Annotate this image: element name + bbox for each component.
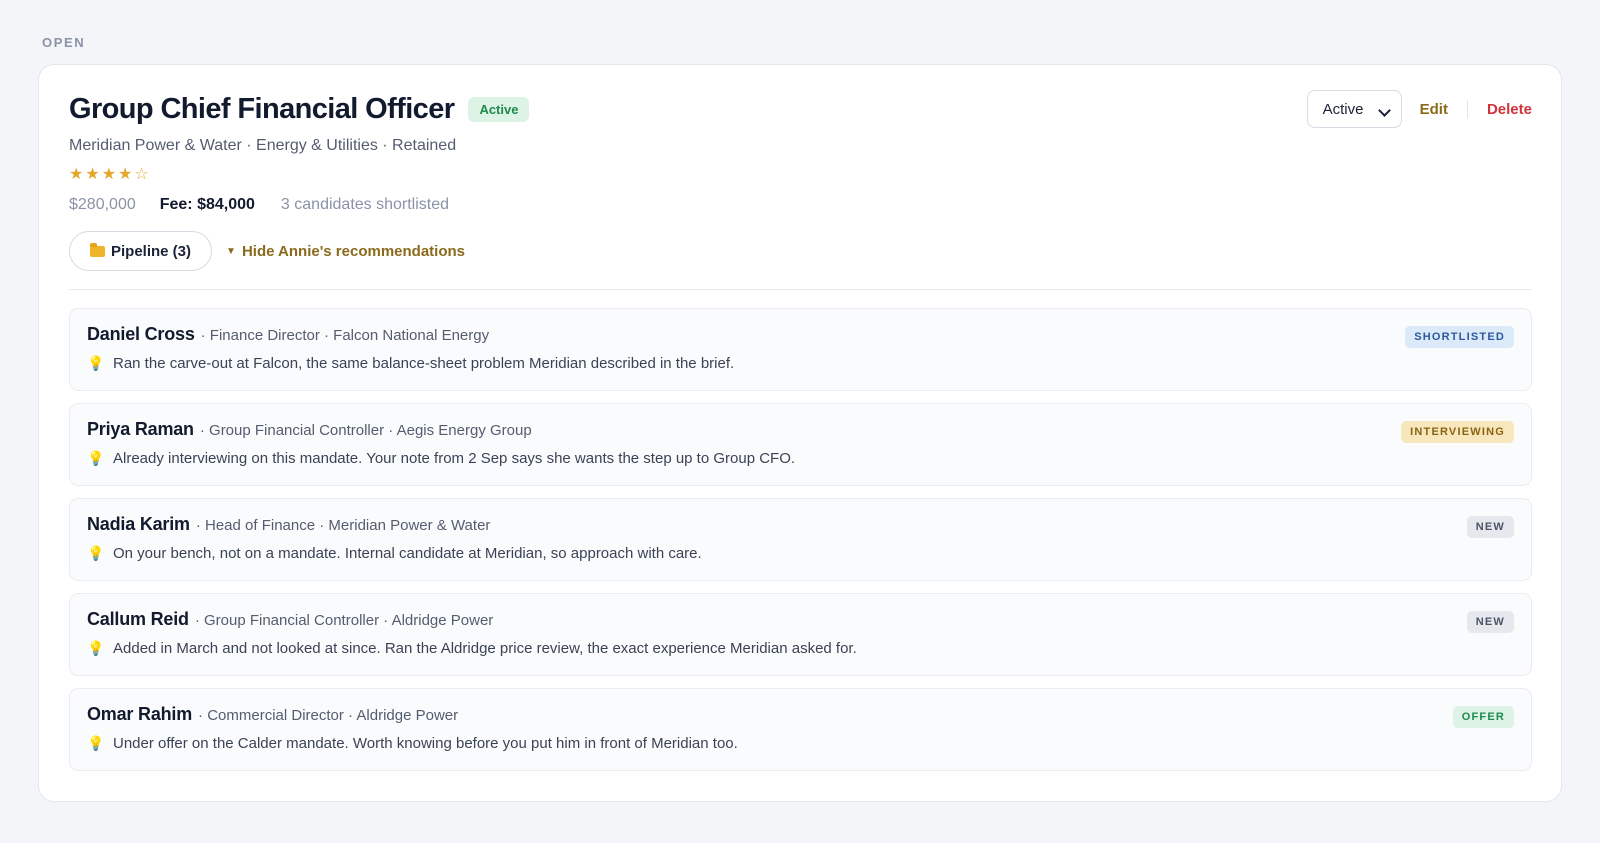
- section-label: OPEN: [42, 35, 86, 50]
- candidate-header: Daniel Cross · Finance Director · Falcon…: [87, 324, 489, 345]
- candidate-role: · Commercial Director · Aldridge Power: [198, 707, 459, 724]
- recommendation-note: 💡 Ran the carve-out at Falcon, the same …: [87, 355, 734, 372]
- candidate-header: Callum Reid · Group Financial Controller…: [87, 609, 493, 630]
- recommendation-note: 💡 Already interviewing on this mandate. …: [87, 450, 795, 467]
- candidate-name[interactable]: Priya Raman: [87, 419, 194, 440]
- candidate-name[interactable]: Daniel Cross: [87, 324, 195, 345]
- lightbulb-icon: 💡: [87, 450, 105, 466]
- note-text: Ran the carve-out at Falcon, the same ba…: [113, 355, 735, 372]
- candidate-role: · Head of Finance · Meridian Power & Wat…: [195, 517, 491, 534]
- shortlisted-count: 3 candidates shortlisted: [280, 196, 450, 213]
- status-select-value: Active: [1322, 100, 1364, 118]
- job-stats: $280,000 Fee: $84,000 3 candidates short…: [69, 196, 449, 214]
- recommendation-card[interactable]: Callum Reid · Group Financial Controller…: [69, 593, 1532, 676]
- rating-stars: ★★★★☆: [69, 166, 151, 183]
- job-actions: Active Edit Delete: [1306, 90, 1532, 128]
- delete-button[interactable]: Delete: [1487, 101, 1532, 118]
- job-meta: Meridian Power & Water · Energy & Utilit…: [69, 137, 457, 154]
- stage-badge: INTERVIEWING: [1401, 421, 1514, 443]
- candidate-name[interactable]: Omar Rahim: [87, 704, 192, 725]
- salary: $280,000: [69, 196, 136, 213]
- folder-icon: [90, 242, 105, 257]
- candidate-header: Omar Rahim · Commercial Director · Aldri…: [87, 704, 458, 725]
- fee: Fee: $84,000: [159, 196, 255, 213]
- note-text: On your bench, not on a mandate. Interna…: [113, 545, 702, 562]
- candidate-name[interactable]: Callum Reid: [87, 609, 189, 630]
- stage-badge: OFFER: [1452, 706, 1514, 728]
- edit-button[interactable]: Edit: [1420, 101, 1448, 118]
- candidate-header: Priya Raman · Group Financial Controller…: [87, 419, 532, 440]
- candidate-role: · Finance Director · Falcon National Ene…: [200, 327, 490, 344]
- candidate-role: · Group Financial Controller · Aldridge …: [194, 612, 494, 629]
- stage-badge: SHORTLISTED: [1405, 326, 1514, 348]
- lightbulb-icon: 💡: [87, 735, 105, 751]
- recommendation-card[interactable]: Priya Raman · Group Financial Controller…: [69, 403, 1532, 486]
- title-row: Group Chief Financial Officer Active: [69, 93, 530, 126]
- recommendation-card[interactable]: Omar Rahim · Commercial Director · Aldri…: [69, 688, 1532, 771]
- note-text: Added in March and not looked at since. …: [113, 640, 857, 657]
- chevron-down-icon: [1377, 103, 1391, 117]
- recommendation-note: 💡 Under offer on the Calder mandate. Wor…: [87, 735, 738, 752]
- controls-row: Pipeline (3) ▼ Hide Annie's recommendati…: [69, 231, 465, 271]
- pipeline-label: Pipeline (3): [111, 242, 192, 260]
- status-badge: Active: [468, 97, 530, 122]
- pipeline-button[interactable]: Pipeline (3): [69, 231, 213, 271]
- recommendation-note: 💡 Added in March and not looked at since…: [87, 640, 857, 657]
- recommendation-card[interactable]: Daniel Cross · Finance Director · Falcon…: [69, 308, 1532, 391]
- lightbulb-icon: 💡: [87, 355, 105, 371]
- divider: [69, 289, 1532, 290]
- action-divider: [1466, 100, 1468, 118]
- stage-badge: NEW: [1466, 611, 1514, 633]
- note-text: Under offer on the Calder mandate. Worth…: [113, 735, 738, 752]
- recommendation-card[interactable]: Nadia Karim · Head of Finance · Meridian…: [69, 498, 1532, 581]
- note-text: Already interviewing on this mandate. Yo…: [113, 450, 796, 467]
- candidate-header: Nadia Karim · Head of Finance · Meridian…: [87, 514, 490, 535]
- lightbulb-icon: 💡: [87, 640, 105, 656]
- hide-recommendations-toggle[interactable]: ▼ Hide Annie's recommendations: [226, 243, 465, 260]
- stage-badge: NEW: [1466, 516, 1514, 538]
- status-select[interactable]: Active: [1306, 90, 1402, 128]
- candidate-name[interactable]: Nadia Karim: [87, 514, 190, 535]
- job-card: Group Chief Financial Officer Active Act…: [38, 64, 1562, 802]
- lightbulb-icon: 💡: [87, 545, 105, 561]
- recommendation-list: Daniel Cross · Finance Director · Falcon…: [69, 308, 1532, 783]
- candidate-role: · Group Financial Controller · Aegis Ene…: [199, 422, 532, 439]
- toggle-label: Hide Annie's recommendations: [241, 242, 465, 260]
- recommendation-note: 💡 On your bench, not on a mandate. Inter…: [87, 545, 702, 562]
- job-title: Group Chief Financial Officer: [69, 93, 455, 125]
- triangle-down-icon: ▼: [226, 245, 236, 257]
